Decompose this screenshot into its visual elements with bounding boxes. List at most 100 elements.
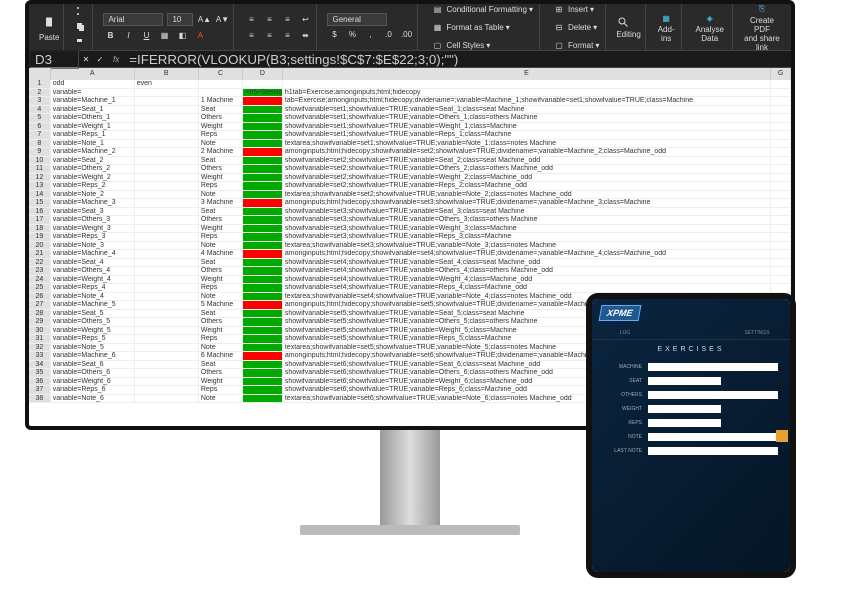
cell[interactable]	[771, 148, 791, 157]
grid-row[interactable]: 18variable=Weight_3Weightshowifvariable=…	[29, 225, 791, 234]
cell[interactable]: Note	[199, 395, 243, 404]
font-name-select[interactable]	[103, 13, 163, 26]
cell[interactable]: 10	[29, 157, 51, 166]
cell[interactable]: Reps	[199, 131, 243, 140]
cell[interactable]: Reps	[199, 182, 243, 191]
cell[interactable]	[135, 114, 199, 123]
cell[interactable]: showifvariable=set3;showifvalue=TRUE;var…	[283, 216, 771, 225]
cell[interactable]: showifvariable=set3;showifvalue=TRUE;var…	[283, 233, 771, 242]
cell[interactable]	[243, 293, 283, 302]
cell[interactable]	[243, 208, 283, 217]
align-center-icon[interactable]: ≡	[262, 28, 276, 42]
cell[interactable]: tab=Exercise;amonginputs;html;hidecopy;d…	[283, 97, 771, 106]
cell[interactable]: 28	[29, 310, 51, 319]
grid-row[interactable]: 15variable=Machine_33 Machineamonginputs…	[29, 199, 791, 208]
cell[interactable]: variable=Reps_2	[51, 182, 135, 191]
font-color-icon[interactable]: A	[193, 28, 207, 42]
cell[interactable]: variable=Machine_1	[51, 97, 135, 106]
cell[interactable]: variable=Others_5	[51, 318, 135, 327]
cell[interactable]: Seat	[199, 157, 243, 166]
cell[interactable]	[135, 267, 199, 276]
cell[interactable]	[243, 310, 283, 319]
cell[interactable]: Note	[199, 191, 243, 200]
cell[interactable]: 2	[29, 89, 51, 98]
cell[interactable]	[243, 327, 283, 336]
cell[interactable]	[771, 276, 791, 285]
cell[interactable]	[135, 106, 199, 115]
cell[interactable]: Reps	[199, 335, 243, 344]
tab-mid[interactable]	[658, 327, 724, 339]
cell[interactable]: variable=Others_4	[51, 267, 135, 276]
cell[interactable]: Weight	[199, 225, 243, 234]
decrease-font-icon[interactable]: A▼	[215, 12, 229, 26]
cell[interactable]: h1tab=Exercise;amonginputs;html;hidecopy	[283, 89, 771, 98]
cell[interactable]: Weight	[199, 123, 243, 132]
cell[interactable]: 29	[29, 318, 51, 327]
cell[interactable]: variable=Weight_3	[51, 225, 135, 234]
cell[interactable]	[243, 395, 283, 404]
cell[interactable]	[135, 344, 199, 353]
align-top-icon[interactable]: ≡	[244, 12, 258, 26]
cell[interactable]: showifvariable=set4;showifvalue=TRUE;var…	[283, 259, 771, 268]
cell[interactable]: Others	[199, 165, 243, 174]
format-as-table-button[interactable]: ▦Format as Table ▾	[428, 19, 535, 35]
bold-icon[interactable]: B	[103, 28, 117, 42]
cell[interactable]: textarea;showifvariable=set2;showifvalue…	[283, 191, 771, 200]
cell[interactable]	[135, 361, 199, 370]
cell[interactable]: variable=Note_5	[51, 344, 135, 353]
cell[interactable]: variable=Machine_6	[51, 352, 135, 361]
cell[interactable]: variable=Seat_3	[51, 208, 135, 217]
grid-row[interactable]: 12variable=Weight_2Weightshowifvariable=…	[29, 174, 791, 183]
copy-icon[interactable]	[74, 20, 88, 34]
floating-action-button[interactable]	[776, 430, 788, 442]
align-mid-icon[interactable]: ≡	[262, 12, 276, 26]
grid-row[interactable]: 16variable=Seat_3Seatshowifvariable=set3…	[29, 208, 791, 217]
cell[interactable]: 12	[29, 174, 51, 183]
grid-row[interactable]: 22variable=Seat_4Seatshowifvariable=set4…	[29, 259, 791, 268]
grid-row[interactable]: 25variable=Reps_4Repsshowifvariable=set4…	[29, 284, 791, 293]
cell[interactable]	[243, 106, 283, 115]
cell[interactable]	[135, 157, 199, 166]
cell[interactable]: variable=Reps_6	[51, 386, 135, 395]
cell[interactable]: 31	[29, 335, 51, 344]
align-left-icon[interactable]: ≡	[244, 28, 258, 42]
cell[interactable]: 26	[29, 293, 51, 302]
cell[interactable]	[243, 378, 283, 387]
cell[interactable]	[771, 199, 791, 208]
cell[interactable]	[135, 191, 199, 200]
cell[interactable]: amonginputs;html;hidecopy;showifvariable…	[283, 148, 771, 157]
merge-icon[interactable]: ⬌	[298, 28, 312, 42]
fx-accept-icon[interactable]: ✓	[93, 52, 107, 66]
cell[interactable]	[771, 114, 791, 123]
delete-button[interactable]: ⊟Delete ▾	[550, 19, 601, 35]
cell[interactable]	[243, 174, 283, 183]
cell[interactable]: 33	[29, 352, 51, 361]
column-headers[interactable]: A B C D E G	[29, 68, 791, 80]
cell[interactable]	[243, 301, 283, 310]
cell[interactable]: odd	[51, 80, 135, 89]
cell[interactable]	[135, 250, 199, 259]
cell[interactable]: showifvariable=set2;showifvalue=TRUE;var…	[283, 157, 771, 166]
cell[interactable]: showifvariable=set1;showifvalue=TRUE;var…	[283, 106, 771, 115]
cell[interactable]: 34	[29, 361, 51, 370]
cell[interactable]: 16	[29, 208, 51, 217]
cell[interactable]: 30	[29, 327, 51, 336]
cell[interactable]	[243, 148, 283, 157]
grid-row[interactable]: 20variable=Note_3Notetextarea;showifvari…	[29, 242, 791, 251]
cell[interactable]	[199, 89, 243, 98]
col-header[interactable]: G	[771, 68, 791, 80]
cell[interactable]	[135, 242, 199, 251]
cut-icon[interactable]	[74, 4, 88, 18]
grid-row[interactable]: 1oddeven	[29, 80, 791, 89]
tablet-screen[interactable]: XPME LOG SETTINGS EXERCISES MachineSeatO…	[592, 299, 790, 572]
cell[interactable]: 9	[29, 148, 51, 157]
cell[interactable]: 11	[29, 165, 51, 174]
cell[interactable]: showifvariable=set2;showifvalue=TRUE;var…	[283, 165, 771, 174]
cell[interactable]	[135, 301, 199, 310]
analyse-data-button[interactable]: ◈ Analyse Data	[692, 11, 728, 43]
cell[interactable]: Note	[199, 140, 243, 149]
cell[interactable]	[135, 284, 199, 293]
cell[interactable]	[243, 157, 283, 166]
col-header[interactable]: E	[283, 68, 772, 80]
cell[interactable]: 27	[29, 301, 51, 310]
